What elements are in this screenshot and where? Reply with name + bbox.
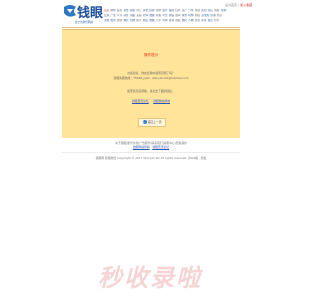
nav-link[interactable]: 股票 bbox=[117, 9, 122, 12]
nav-link[interactable]: 视频 bbox=[175, 19, 180, 22]
footer-row-2: 钱眼网站导航 钱眼首页论坛 bbox=[62, 145, 240, 149]
nav-link[interactable]: 专题 bbox=[221, 9, 226, 12]
nav-row-3: 消费旅游健康教育招聘留学移民收藏艺术时尚读书视频图片人物访谈评论观点排行 bbox=[104, 19, 240, 22]
info-line-3: 如果您急需帮助，请点击下面的链接： bbox=[127, 89, 175, 93]
add-favorite-link[interactable]: 加入收藏 bbox=[240, 3, 252, 7]
nav-link[interactable]: 观点 bbox=[208, 19, 213, 22]
nav-link[interactable]: 期权 bbox=[195, 14, 200, 17]
top-links: 设为首页 | 加入收藏 bbox=[225, 3, 252, 7]
nav-link[interactable]: 科技 bbox=[195, 9, 200, 12]
footer-forum-link[interactable]: 钱眼首页论坛 bbox=[152, 145, 169, 149]
nav-link[interactable]: 人物 bbox=[188, 19, 193, 22]
nav-link[interactable]: 宏观 bbox=[104, 14, 109, 17]
nav-link[interactable]: 访谈 bbox=[195, 19, 200, 22]
nav-link[interactable]: 黄金 bbox=[143, 9, 148, 12]
nav-link[interactable]: 健康 bbox=[117, 19, 122, 22]
watermark-text: 秒收录啦 bbox=[98, 264, 202, 292]
nav-link[interactable]: 图片 bbox=[182, 19, 187, 22]
nav-link[interactable]: 招聘 bbox=[130, 19, 135, 22]
nav-link[interactable]: 机构 bbox=[188, 14, 193, 17]
nav-link[interactable]: 基金 bbox=[123, 9, 128, 12]
error-title: 操作提示 bbox=[143, 53, 159, 57]
header-divider bbox=[62, 27, 240, 28]
nav-link[interactable]: 资金 bbox=[182, 14, 187, 17]
nav-link[interactable]: 消费 bbox=[104, 19, 109, 22]
nav-link[interactable]: 板块 bbox=[175, 14, 180, 17]
nav-link[interactable]: 排行 bbox=[214, 19, 219, 22]
nav-link[interactable]: 新股 bbox=[169, 14, 174, 17]
nav-link[interactable]: 汽车 bbox=[188, 9, 193, 12]
nav-link[interactable]: 银行 bbox=[162, 9, 167, 12]
nav-link[interactable]: 港股 bbox=[130, 14, 135, 17]
nav-link[interactable]: 评论 bbox=[201, 19, 206, 22]
nav-link[interactable]: 论坛 bbox=[208, 9, 213, 12]
nav-row-1: 首页财经股票基金期货外汇黄金债券理财银行保险信托房产汽车科技新闻论坛博客专题 bbox=[104, 9, 240, 12]
nav-link[interactable]: 保险 bbox=[169, 9, 174, 12]
nav-row-2: 宏观产业公司商业港股美股行情数据研报公告新股板块资金机构期权贵金属原油外盘 bbox=[104, 14, 240, 17]
nav-link[interactable]: 债券 bbox=[149, 9, 154, 12]
nav-link[interactable]: 信托 bbox=[175, 9, 180, 12]
nav-link[interactable]: 收藏 bbox=[149, 19, 154, 22]
nav-link[interactable]: 留学 bbox=[136, 19, 141, 22]
nav-link[interactable]: 外汇 bbox=[136, 9, 141, 12]
back-arrow-icon: ← bbox=[142, 120, 147, 124]
nav-link[interactable]: 产业 bbox=[110, 14, 115, 17]
nav-link[interactable]: 外盘 bbox=[217, 14, 222, 17]
nav-link[interactable]: 财经 bbox=[110, 9, 115, 12]
footer-site-nav-link[interactable]: 钱眼网站导航 bbox=[133, 145, 150, 149]
nav-link[interactable]: 美股 bbox=[136, 14, 141, 17]
help-links: 钱眼首页论坛 钱眼网站导航 bbox=[82, 99, 220, 104]
nav-link[interactable]: 原油 bbox=[210, 14, 215, 17]
nav-link[interactable]: 行情 bbox=[143, 14, 148, 17]
nav-link[interactable]: 读书 bbox=[169, 19, 174, 22]
nav-link[interactable]: 博客 bbox=[214, 9, 219, 12]
info-line-2: 钱眼客服热线：75568_paid · qianyan.biz@hotmail.… bbox=[113, 76, 189, 80]
set-home-link[interactable]: 设为首页 bbox=[225, 3, 237, 7]
top-links-separator: | bbox=[237, 3, 239, 7]
copyright: 钱眼网 钱眼财经 Copyright © 2017 Qianyan.biz Al… bbox=[95, 156, 207, 160]
nav-link[interactable]: 商业 bbox=[123, 14, 128, 17]
nav-link[interactable]: 首页 bbox=[104, 9, 109, 12]
back-button-label: 返回上一页 bbox=[147, 120, 162, 124]
nav-link[interactable]: 新闻 bbox=[201, 9, 206, 12]
footer-divider bbox=[62, 152, 240, 153]
forum-home-link[interactable]: 钱眼首页论坛 bbox=[132, 99, 149, 103]
nav-link[interactable]: 期货 bbox=[130, 9, 135, 12]
nav-link[interactable]: 移民 bbox=[143, 19, 148, 22]
nav-link[interactable]: 研报 bbox=[156, 14, 161, 17]
back-button[interactable]: ← 返回上一页 bbox=[138, 118, 166, 127]
nav-link[interactable]: 理财 bbox=[156, 9, 161, 12]
site-nav-link[interactable]: 钱眼网站导航 bbox=[153, 99, 170, 103]
error-message-box: 操作提示 访客您好，你在使用中遇到问题了吗？ 钱眼客服热线：75568_paid… bbox=[62, 29, 240, 138]
nav-link[interactable]: 公司 bbox=[117, 14, 122, 17]
nav-link[interactable]: 贵金属 bbox=[201, 14, 209, 17]
nav-link[interactable]: 旅游 bbox=[110, 19, 115, 22]
nav-link[interactable]: 教育 bbox=[123, 19, 128, 22]
nav-link[interactable]: 房产 bbox=[182, 9, 187, 12]
nav-link[interactable]: 时尚 bbox=[162, 19, 167, 22]
nav-link[interactable]: 数据 bbox=[149, 14, 154, 17]
logo-text: 钱眼 bbox=[77, 5, 104, 21]
logo-slogan: 最全的财经网站 bbox=[74, 21, 94, 24]
nav-link[interactable]: 艺术 bbox=[156, 19, 161, 22]
nav-link[interactable]: 公告 bbox=[162, 14, 167, 17]
